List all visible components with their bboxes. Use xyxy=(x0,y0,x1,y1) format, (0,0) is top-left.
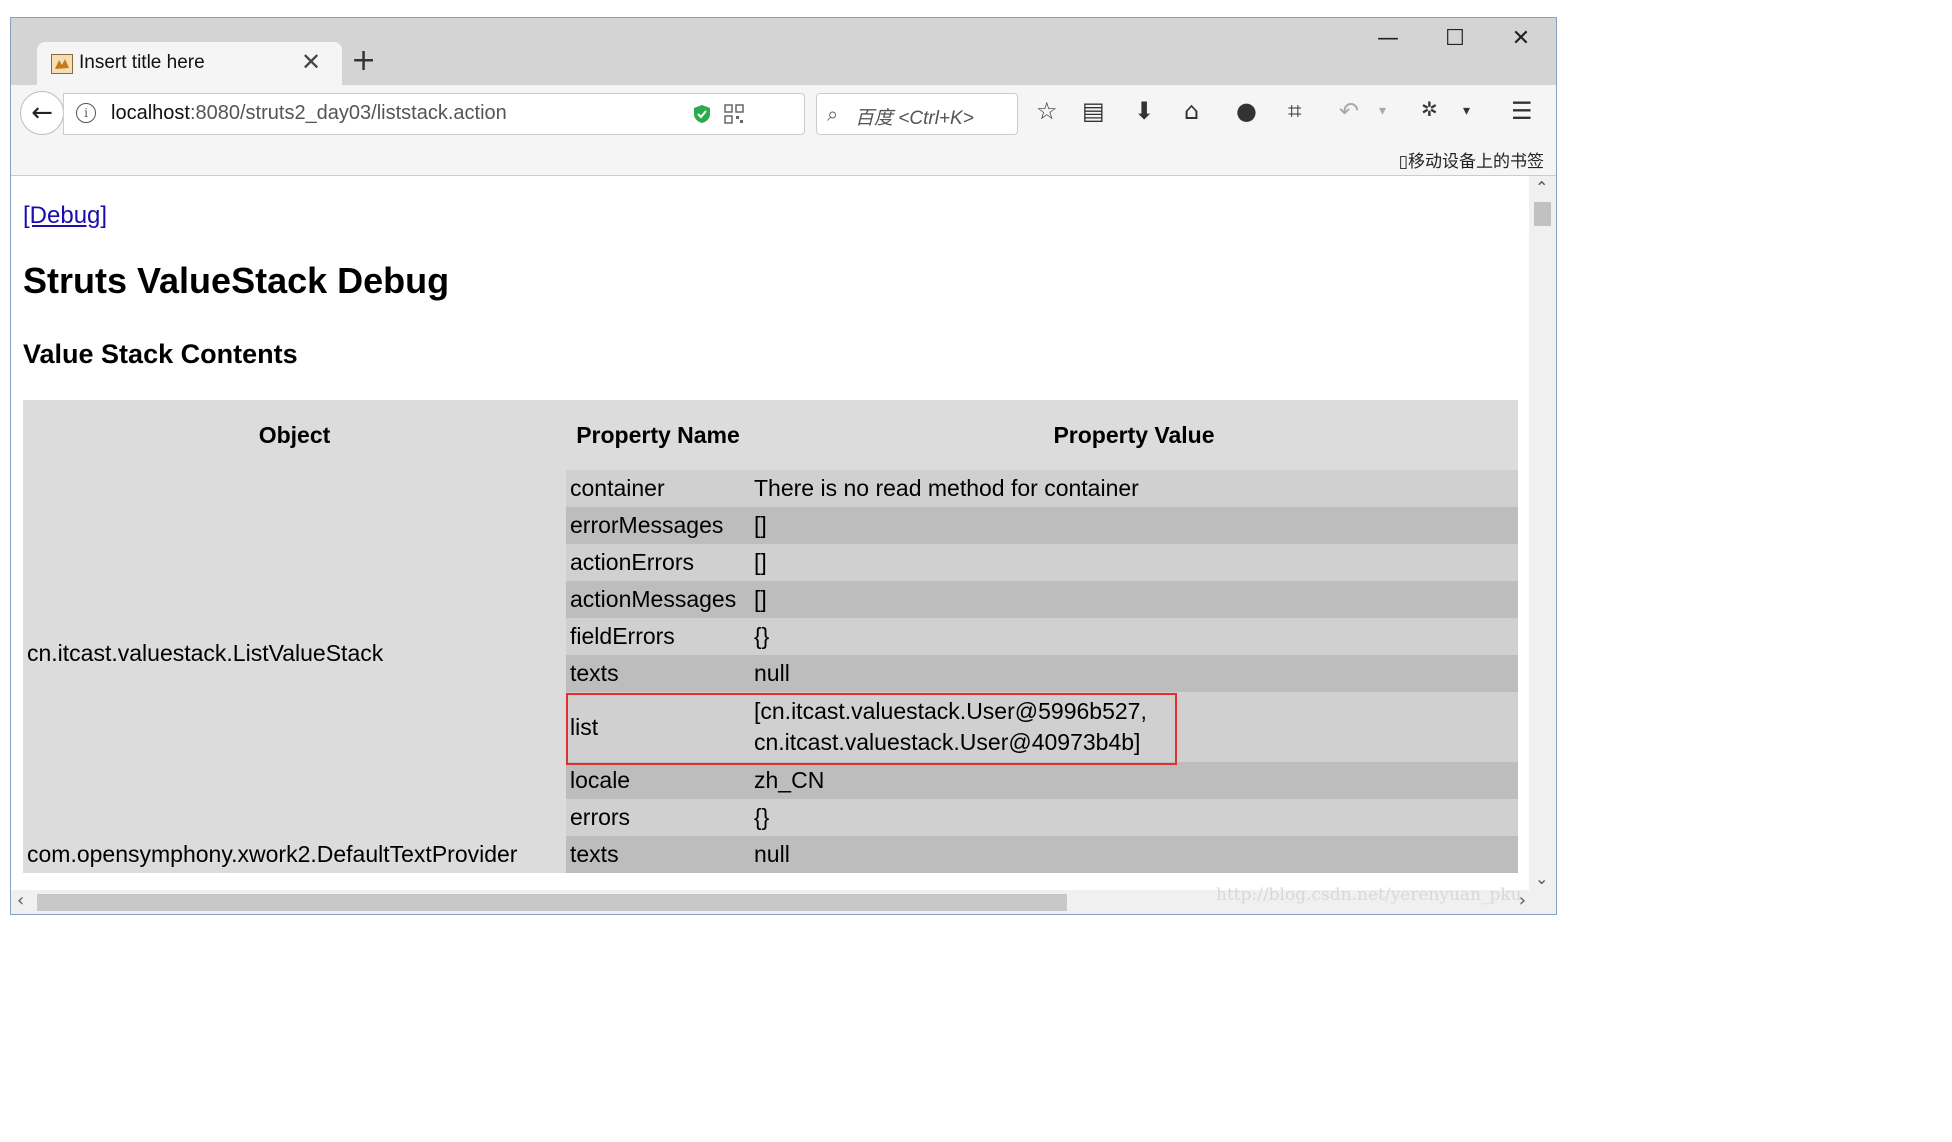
table-row: com.opensymphony.xwork2.DefaultTextProvi… xyxy=(23,836,1518,873)
tomcat-favicon-icon xyxy=(51,54,73,74)
url-path: :8080/struts2_day03/liststack.action xyxy=(189,102,507,124)
property-value-cell: null xyxy=(750,836,1518,873)
property-name-cell: locale xyxy=(566,762,750,799)
reading-list-icon[interactable]: ▤ xyxy=(1082,97,1105,125)
search-icon: ⌕ xyxy=(827,102,839,126)
close-window-button[interactable]: ✕ xyxy=(1501,26,1541,56)
header-property-value: Property Value xyxy=(750,400,1518,470)
mobile-bookmarks-label: 移动设备上的书签 xyxy=(1408,152,1544,172)
scroll-up-icon[interactable]: ⌃ xyxy=(1535,178,1548,197)
property-value-cell: [] xyxy=(750,507,1518,544)
property-name-cell: container xyxy=(566,470,750,507)
search-bar[interactable]: ⌕ 百度 <Ctrl+K> xyxy=(816,93,1018,135)
tab-title: Insert title here xyxy=(79,52,205,73)
debug-link[interactable]: [Debug] xyxy=(23,202,107,230)
property-name-cell: actionMessages xyxy=(566,581,750,618)
list-value-line-1: [cn.itcast.valuestack.User@5996b527, xyxy=(754,698,1147,724)
page-title: Struts ValueStack Debug xyxy=(23,260,450,301)
url-host: localhost xyxy=(111,102,190,124)
download-icon[interactable]: ⬇ xyxy=(1134,97,1154,125)
scroll-left-icon[interactable]: ‹ xyxy=(17,890,24,911)
object-cell: cn.itcast.valuestack.ListValueStack xyxy=(23,470,566,836)
back-arrow-icon: ← xyxy=(31,98,53,128)
property-value-cell: zh_CN xyxy=(750,762,1518,799)
undo-icon[interactable]: ↶ xyxy=(1339,97,1359,125)
back-button[interactable]: ← xyxy=(20,91,64,135)
browser-tab[interactable]: Insert title here ✕ xyxy=(37,42,342,85)
vertical-scroll-thumb[interactable] xyxy=(1534,202,1551,226)
property-value-cell: null xyxy=(750,655,1518,692)
menu-icon[interactable]: ☰ xyxy=(1511,97,1533,125)
property-name-cell: errorMessages xyxy=(566,507,750,544)
browser-window: Insert title here ✕ + — ☐ ✕ ← i localhos… xyxy=(10,17,1557,915)
property-value-cell: [cn.itcast.valuestack.User@5996b527, cn.i… xyxy=(750,692,1518,762)
extension-icon[interactable]: ✲ xyxy=(1421,97,1438,121)
minimize-button[interactable]: — xyxy=(1368,26,1408,56)
crop-icon[interactable]: ⌗ xyxy=(1288,97,1302,125)
property-name-cell: texts xyxy=(566,836,750,873)
header-property-name: Property Name xyxy=(566,400,750,470)
property-value-cell: [] xyxy=(750,581,1518,618)
watermark: http://blog.csdn.net/yerenyuan_pku xyxy=(1216,885,1522,905)
home-icon[interactable]: ⌂ xyxy=(1184,97,1199,125)
url-text[interactable]: localhost:8080/struts2_day03/liststack.a… xyxy=(111,102,507,125)
maximize-button[interactable]: ☐ xyxy=(1435,26,1475,56)
new-tab-button[interactable]: + xyxy=(351,46,376,76)
horizontal-scroll-thumb[interactable] xyxy=(37,894,1067,911)
list-value-line-2: cn.itcast.valuestack.User@40973b4b] xyxy=(754,729,1141,755)
mobile-bookmarks-link[interactable]: ▯移动设备上的书签 xyxy=(1399,147,1544,172)
chat-icon[interactable]: ● xyxy=(1236,97,1257,125)
extension-dropdown-icon[interactable]: ▾ xyxy=(1463,103,1470,119)
tab-close-icon[interactable]: ✕ xyxy=(301,48,321,76)
search-placeholder: 百度 <Ctrl+K> xyxy=(855,108,974,129)
bookmarks-bar: ▯移动设备上的书签 xyxy=(11,145,1556,176)
table-row: cn.itcast.valuestack.ListValueStack cont… xyxy=(23,470,1518,836)
object-cell: com.opensymphony.xwork2.DefaultTextProvi… xyxy=(23,836,566,873)
value-stack-table: Object Property Name Property Value cn.i… xyxy=(23,400,1518,873)
title-bar: Insert title here ✕ + — ☐ ✕ xyxy=(11,18,1556,85)
property-name-cell: actionErrors xyxy=(566,544,750,581)
property-value-cell: {} xyxy=(750,618,1518,655)
property-value-cell: There is no read method for container xyxy=(750,470,1518,507)
section-heading: Value Stack Contents xyxy=(23,339,298,369)
address-bar[interactable]: i localhost:8080/struts2_day03/liststack… xyxy=(63,93,837,135)
mobile-device-icon: ▯ xyxy=(1398,152,1408,172)
property-value-cell: {} xyxy=(750,799,1518,836)
property-name-cell: errors xyxy=(566,799,750,836)
shield-icon[interactable] xyxy=(692,104,712,124)
page-content: [Debug] Struts ValueStack Debug Value St… xyxy=(11,176,1529,890)
navigation-toolbar: ← i localhost:8080/struts2_day03/liststa… xyxy=(11,85,1556,145)
bookmark-star-icon[interactable]: ☆ xyxy=(1036,97,1058,125)
property-name-cell: list xyxy=(566,692,750,762)
property-value-cell: [] xyxy=(750,544,1518,581)
header-object: Object xyxy=(23,400,566,470)
undo-dropdown-icon[interactable]: ▾ xyxy=(1379,103,1386,119)
scroll-down-icon[interactable]: ⌄ xyxy=(1535,869,1548,888)
property-name-cell: texts xyxy=(566,655,750,692)
table-header-row: Object Property Name Property Value xyxy=(23,400,1518,470)
vertical-scrollbar[interactable]: ⌃ ⌄ xyxy=(1529,176,1556,890)
qr-code-icon[interactable] xyxy=(724,104,744,124)
info-icon[interactable]: i xyxy=(76,103,96,123)
property-name-cell: fieldErrors xyxy=(566,618,750,655)
